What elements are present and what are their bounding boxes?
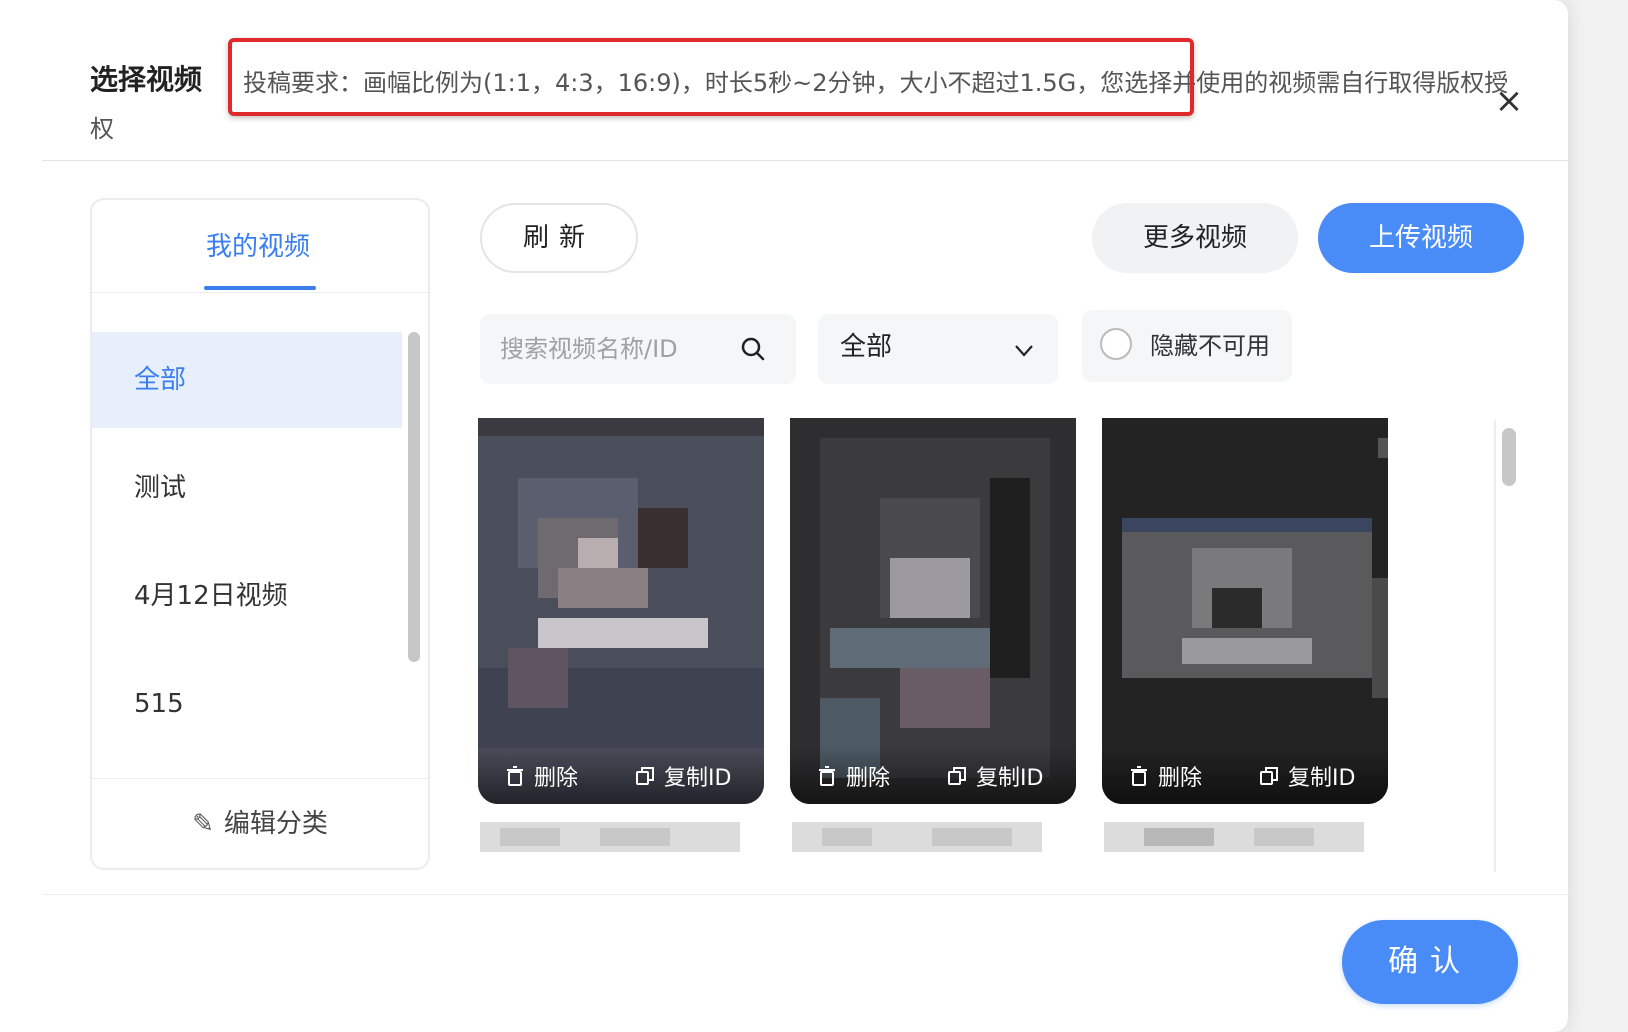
refresh-button[interactable]: 刷新 bbox=[480, 203, 638, 273]
video-card[interactable]: 删除 复制ID bbox=[478, 418, 764, 804]
delete-button[interactable]: 删除 bbox=[504, 760, 578, 792]
edit-category-label: 编辑分类 bbox=[223, 809, 328, 839]
header-divider bbox=[42, 160, 1572, 161]
search-input[interactable] bbox=[500, 314, 740, 384]
copy-icon bbox=[636, 767, 654, 785]
video-title-blurred bbox=[480, 822, 740, 852]
requirements-highlight-box bbox=[228, 38, 1194, 116]
search-icon[interactable] bbox=[740, 336, 766, 362]
close-icon[interactable]: × bbox=[1490, 82, 1528, 120]
hide-unavailable-label: 隐藏不可用 bbox=[1150, 332, 1270, 360]
video-title-blurred bbox=[792, 822, 1042, 852]
copy-id-label: 复制ID bbox=[1288, 766, 1356, 791]
category-select[interactable]: 全部 bbox=[818, 314, 1058, 384]
video-title-blurred bbox=[1104, 822, 1364, 852]
delete-button[interactable]: 删除 bbox=[1128, 760, 1202, 792]
delete-label: 删除 bbox=[846, 766, 891, 791]
pencil-icon: ✎ bbox=[192, 809, 214, 839]
copy-id-button[interactable]: 复制ID bbox=[946, 760, 1043, 792]
delete-button[interactable]: 删除 bbox=[816, 760, 890, 792]
tab-active-underline bbox=[204, 286, 316, 290]
hide-unavailable-radio[interactable] bbox=[1100, 328, 1132, 360]
trash-icon bbox=[819, 766, 835, 786]
copy-id-button[interactable]: 复制ID bbox=[1258, 760, 1355, 792]
video-card[interactable]: 删除 复制ID bbox=[1102, 418, 1388, 804]
edit-category-button[interactable]: ✎ 编辑分类 bbox=[92, 778, 428, 868]
chevron-down-icon bbox=[1015, 345, 1033, 357]
confirm-button[interactable]: 确认 bbox=[1342, 920, 1518, 1004]
upload-video-button[interactable]: 上传视频 bbox=[1318, 203, 1524, 273]
copy-id-label: 复制ID bbox=[664, 766, 732, 791]
sidebar-item-all[interactable]: 全部 bbox=[92, 332, 402, 428]
search-box bbox=[480, 314, 796, 384]
copy-icon bbox=[948, 767, 966, 785]
copy-id-label: 复制ID bbox=[976, 766, 1044, 791]
more-videos-button[interactable]: 更多视频 bbox=[1092, 203, 1298, 273]
video-grid-scrollbar-track bbox=[1494, 420, 1524, 872]
category-select-value: 全部 bbox=[840, 332, 893, 362]
copy-id-button[interactable]: 复制ID bbox=[634, 760, 731, 792]
video-select-dialog: 选择视频 投稿要求：画幅比例为(1:1，4:3，16:9)，时长5秒~2分钟，大… bbox=[0, 0, 1572, 1032]
trash-icon bbox=[1131, 766, 1147, 786]
delete-label: 删除 bbox=[534, 766, 579, 791]
footer-divider bbox=[42, 894, 1572, 895]
video-card[interactable]: 删除 复制ID bbox=[790, 418, 1076, 804]
sidebar-divider bbox=[92, 292, 428, 293]
sidebar-item-515[interactable]: 515 bbox=[92, 656, 402, 752]
sidebar-item-april-12[interactable]: 4月12日视频 bbox=[92, 548, 402, 644]
trash-icon bbox=[507, 766, 523, 786]
video-grid-scrollbar[interactable] bbox=[1502, 428, 1516, 486]
delete-label: 删除 bbox=[1158, 766, 1203, 791]
hide-unavailable-toggle[interactable]: 隐藏不可用 bbox=[1082, 310, 1292, 382]
copy-icon bbox=[1260, 767, 1278, 785]
tab-my-videos[interactable]: 我的视频 bbox=[206, 226, 310, 263]
category-sidebar: 我的视频 全部 测试 4月12日视频 515 ✎ 编辑分类 bbox=[90, 198, 430, 870]
sidebar-item-test[interactable]: 测试 bbox=[92, 440, 402, 536]
sidebar-scrollbar[interactable] bbox=[408, 332, 420, 662]
